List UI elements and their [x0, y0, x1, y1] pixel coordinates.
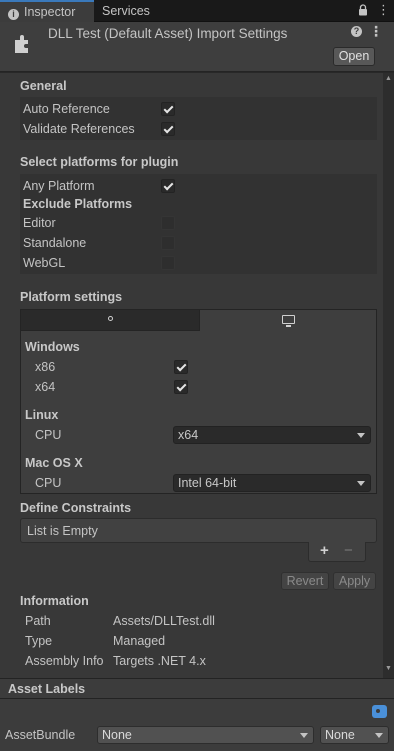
- scroll-up-icon[interactable]: ▲: [383, 75, 394, 82]
- tab-platform-standalone[interactable]: [200, 310, 376, 331]
- page-title: DLL Test (Default Asset) Import Settings: [48, 26, 288, 41]
- x64-label: x64: [35, 380, 56, 394]
- auto-reference-checkbox[interactable]: [161, 102, 175, 116]
- list-footer: + −: [308, 542, 366, 562]
- chevron-down-icon: [357, 481, 365, 486]
- any-platform-label: Any Platform: [23, 179, 95, 193]
- asset-labels-bar[interactable]: Asset Labels: [0, 678, 394, 699]
- asset-bundle-variant-dropdown[interactable]: None: [320, 726, 389, 744]
- tab-bar: i Inspector Services ⋮: [0, 0, 394, 22]
- general-heading: General: [20, 79, 67, 93]
- mac-cpu-label: CPU: [35, 476, 62, 490]
- exclude-webgl-checkbox[interactable]: [161, 256, 175, 270]
- platform-settings-heading: Platform settings: [20, 290, 123, 304]
- check-icon: [163, 180, 174, 191]
- exclude-standalone-checkbox[interactable]: [161, 236, 175, 250]
- tab-inspector[interactable]: i Inspector: [0, 0, 94, 22]
- select-platforms-heading: Select platforms for plugin: [20, 155, 179, 169]
- info-value-type: Managed: [113, 634, 166, 648]
- lock-icon[interactable]: [358, 4, 368, 16]
- tag-icon[interactable]: [372, 705, 387, 718]
- linux-cpu-value: x64: [178, 428, 199, 442]
- asset-bundle-variant-value: None: [325, 728, 355, 742]
- platform-settings-panel: Windows x86 x64 Linux CPU x64 Mac OS X C…: [20, 309, 377, 494]
- x86-label: x86: [35, 360, 56, 374]
- validate-references-checkbox[interactable]: [161, 122, 175, 136]
- tab-services[interactable]: Services: [102, 0, 150, 22]
- open-button[interactable]: Open: [333, 47, 375, 66]
- x86-checkbox[interactable]: [174, 360, 188, 374]
- x64-checkbox[interactable]: [174, 380, 188, 394]
- monitor-icon: [282, 315, 295, 327]
- chevron-down-icon: [375, 733, 383, 738]
- tab-inspector-label: Inspector: [24, 5, 76, 19]
- asset-bundle-dropdown[interactable]: None: [97, 726, 314, 744]
- asset-bundle-area: AssetBundle None None: [0, 699, 394, 751]
- exclude-editor-label: Editor: [23, 216, 56, 230]
- header-more-icon[interactable]: ⋮: [369, 23, 383, 40]
- revert-button[interactable]: Revert: [281, 572, 329, 590]
- info-icon: i: [8, 9, 19, 20]
- check-icon: [176, 381, 187, 392]
- define-constraints-list: List is Empty: [20, 518, 377, 543]
- linux-heading: Linux: [25, 408, 59, 422]
- any-platform-checkbox[interactable]: [161, 179, 175, 193]
- inspector-header: DLL Test (Default Asset) Import Settings…: [0, 22, 394, 72]
- mac-heading: Mac OS X: [25, 456, 83, 470]
- exclude-standalone-label: Standalone: [23, 236, 87, 250]
- define-constraints-heading: Define Constraints: [20, 501, 132, 515]
- info-key-assembly: Assembly Info: [25, 654, 104, 668]
- scrollbar[interactable]: ▲ ▼: [383, 73, 394, 678]
- check-icon: [176, 361, 187, 372]
- info-key-path: Path: [25, 614, 51, 628]
- asset-bundle-label: AssetBundle: [5, 728, 76, 742]
- mac-cpu-dropdown[interactable]: Intel 64-bit: [173, 474, 371, 492]
- exclude-platforms-heading: Exclude Platforms: [23, 197, 133, 211]
- auto-reference-label: Auto Reference: [23, 102, 110, 116]
- apply-button[interactable]: Apply: [333, 572, 376, 590]
- mac-cpu-value: Intel 64-bit: [178, 476, 237, 490]
- linux-cpu-label: CPU: [35, 428, 62, 442]
- more-icon[interactable]: ⋮: [377, 2, 390, 18]
- gear-icon: [108, 316, 113, 321]
- asset-labels-heading: Asset Labels: [8, 682, 86, 696]
- linux-cpu-dropdown[interactable]: x64: [173, 426, 371, 444]
- information-heading: Information: [20, 594, 89, 608]
- dll-asset-icon: [15, 35, 28, 53]
- info-key-type: Type: [25, 634, 53, 648]
- chevron-down-icon: [357, 433, 365, 438]
- validate-references-label: Validate References: [23, 122, 135, 136]
- scroll-down-icon[interactable]: ▼: [383, 665, 394, 672]
- tab-services-label: Services: [102, 4, 150, 18]
- exclude-webgl-label: WebGL: [23, 256, 66, 270]
- check-icon: [163, 123, 174, 134]
- chevron-down-icon: [300, 733, 308, 738]
- info-value-path: Assets/DLLTest.dll: [113, 614, 215, 628]
- check-icon: [163, 103, 174, 114]
- info-value-assembly: Targets .NET 4.x: [113, 654, 206, 668]
- windows-heading: Windows: [25, 340, 80, 354]
- inspector-content: General Auto Reference Validate Referenc…: [0, 73, 383, 678]
- exclude-editor-checkbox[interactable]: [161, 216, 175, 230]
- minus-icon[interactable]: −: [344, 542, 353, 560]
- plus-icon[interactable]: +: [320, 542, 329, 560]
- help-icon[interactable]: ?: [351, 26, 362, 37]
- asset-bundle-value: None: [102, 728, 132, 742]
- list-empty-text: List is Empty: [27, 524, 98, 538]
- tab-platform-default[interactable]: [21, 310, 200, 331]
